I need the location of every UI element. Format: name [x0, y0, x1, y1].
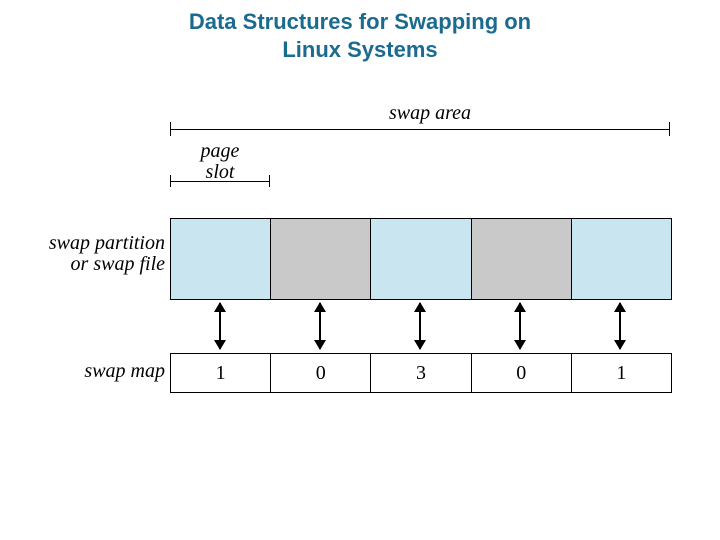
swap-slot — [171, 219, 271, 299]
title-line-2: Linux Systems — [282, 37, 437, 62]
swap-slot — [472, 219, 572, 299]
swap-slot — [271, 219, 371, 299]
swap-map-cell: 0 — [472, 354, 572, 392]
swap-map-cell: 3 — [371, 354, 471, 392]
slot-map-arrow-icon — [619, 303, 621, 349]
page-title: Data Structures for Swapping on Linux Sy… — [0, 0, 720, 63]
swap-map-cell: 0 — [271, 354, 371, 392]
swap-area-label: swap area — [370, 103, 490, 124]
swap-map-row: 1 0 3 0 1 — [170, 353, 672, 393]
swap-slot — [572, 219, 671, 299]
swap-partition-row — [170, 218, 672, 300]
swap-map-label: swap map — [55, 361, 165, 382]
page-slot-bracket-left-tick — [170, 175, 171, 187]
swap-area-bracket-right-tick — [669, 122, 670, 136]
slot-map-arrow-icon — [419, 303, 421, 349]
page-slot-bracket-right-tick — [269, 175, 270, 187]
page-slot-label-l1: page — [201, 140, 240, 162]
slot-map-arrow-icon — [319, 303, 321, 349]
swap-partition-label-l1: swap partition — [49, 232, 165, 254]
page-slot-label: page slot — [185, 141, 255, 183]
swap-area-bracket-left-tick — [170, 122, 171, 136]
swap-slot — [371, 219, 471, 299]
swap-partition-label: swap partition or swap file — [35, 233, 165, 275]
swap-map-cell: 1 — [572, 354, 671, 392]
slot-map-arrow-icon — [519, 303, 521, 349]
page-slot-label-l2: slot — [206, 161, 235, 183]
diagram-stage: swap area page slot swap partition or sw… — [0, 63, 720, 523]
slot-map-arrow-icon — [219, 303, 221, 349]
swap-map-cell: 1 — [171, 354, 271, 392]
swap-area-bracket-line — [170, 129, 670, 130]
title-line-1: Data Structures for Swapping on — [189, 9, 531, 34]
swap-partition-label-l2: or swap file — [71, 253, 165, 275]
